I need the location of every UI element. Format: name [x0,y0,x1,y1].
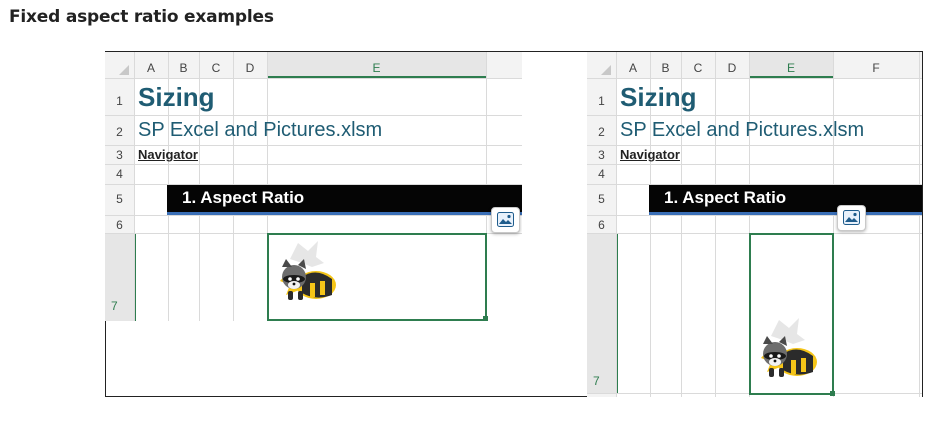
fill-handle[interactable] [830,391,835,396]
column-header[interactable]: A [616,61,650,75]
column-header[interactable]: B [168,61,199,75]
row-header[interactable]: 6 [105,218,134,232]
banner-title: 1. Aspect Ratio [182,188,305,207]
column-header[interactable]: A [134,61,168,75]
page-title: Fixed aspect ratio examples [9,7,274,27]
row-header[interactable]: 4 [587,167,616,181]
row-header[interactable]: 3 [105,148,134,162]
row-header[interactable]: 7 [593,374,622,388]
row-header[interactable]: 1 [105,94,134,108]
raccoon-picture[interactable] [753,314,825,386]
cell-sizing-title: Sizing [620,82,697,112]
section-banner: 1. Aspect Ratio [649,185,922,215]
row-header[interactable]: 2 [105,125,134,139]
navigator-link[interactable]: Navigator [620,147,680,162]
row-header-selected [587,233,618,393]
column-header[interactable]: E [749,61,833,75]
column-header[interactable]: C [199,61,233,75]
column-header[interactable]: D [715,61,749,75]
example-right: A B C D E F 1 2 3 4 5 6 7 Sizing SP Exce… [587,52,922,397]
select-all-corner[interactable] [601,65,611,75]
banner-title: 1. Aspect Ratio [664,188,787,207]
cell-file-name: SP Excel and Pictures.xlsm [138,119,383,141]
picture-icon[interactable] [491,207,520,233]
column-header[interactable]: B [650,61,681,75]
row-header[interactable]: 2 [587,125,616,139]
fill-handle[interactable] [483,316,488,321]
row-header[interactable]: 1 [587,94,616,108]
row-header[interactable]: 5 [105,192,134,206]
row-header[interactable]: 7 [111,299,140,313]
example-left: A B C D E 1 2 3 4 5 6 7 Sizing SP Excel … [105,52,522,321]
picture-icon[interactable] [837,205,866,231]
row-header[interactable]: 6 [587,218,616,232]
raccoon-picture[interactable] [272,237,344,309]
row-header[interactable]: 4 [105,167,134,181]
cell-sizing-title: Sizing [138,82,215,112]
column-header[interactable]: D [233,61,267,75]
column-header[interactable]: F [833,61,919,75]
section-banner: 1. Aspect Ratio [167,185,522,215]
cell-file-name: SP Excel and Pictures.xlsm [620,119,865,141]
row-header[interactable]: 5 [587,192,616,206]
row-header[interactable]: 3 [587,148,616,162]
column-header[interactable]: E [267,61,486,75]
column-header[interactable]: C [681,61,715,75]
navigator-link[interactable]: Navigator [138,147,198,162]
select-all-corner[interactable] [119,65,129,75]
